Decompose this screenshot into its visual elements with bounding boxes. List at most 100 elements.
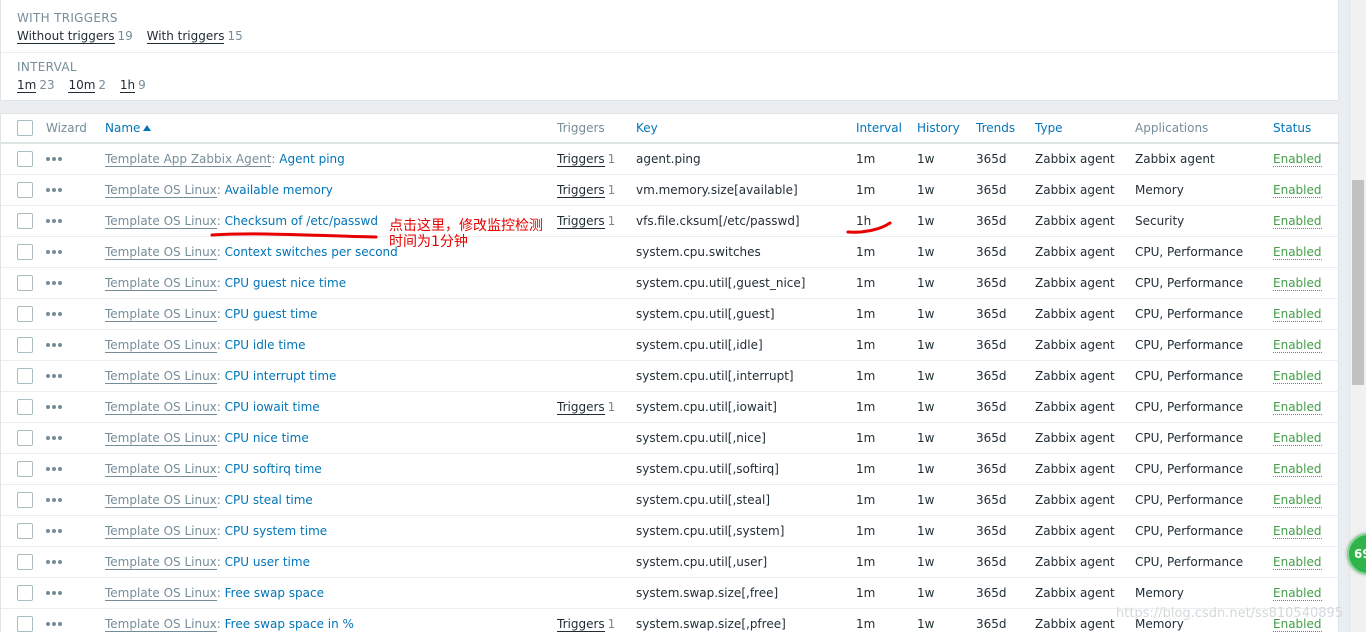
status-toggle[interactable]: Enabled [1273, 337, 1322, 353]
template-link[interactable]: Template OS Linux [105, 523, 217, 539]
status-toggle[interactable]: Enabled [1273, 461, 1322, 477]
status-toggle[interactable]: Enabled [1273, 244, 1322, 260]
template-link[interactable]: Template OS Linux [105, 430, 217, 446]
row-checkbox[interactable] [17, 305, 33, 322]
status-toggle[interactable]: Enabled [1273, 182, 1322, 198]
template-link[interactable]: Template OS Linux [105, 213, 217, 229]
filter-option-with-triggers[interactable]: With triggers 15 [146, 29, 243, 44]
triggers-link[interactable]: Triggers [557, 616, 605, 632]
row-checkbox[interactable] [17, 243, 33, 260]
filter-option-10m[interactable]: 10m 2 [68, 78, 106, 93]
more-options-icon[interactable] [46, 280, 64, 286]
template-link[interactable]: Template OS Linux [105, 182, 217, 198]
row-checkbox[interactable] [17, 460, 33, 477]
triggers-link[interactable]: Triggers [557, 399, 605, 415]
more-options-icon[interactable] [46, 342, 64, 348]
status-toggle[interactable]: Enabled [1273, 275, 1322, 291]
item-name-link[interactable]: CPU guest time [225, 307, 318, 321]
item-name-link[interactable]: Checksum of /etc/passwd [225, 214, 378, 228]
row-checkbox[interactable] [17, 212, 33, 229]
status-toggle[interactable]: Enabled [1273, 306, 1322, 322]
more-options-icon[interactable] [46, 249, 64, 255]
row-checkbox[interactable] [17, 522, 33, 539]
template-link[interactable]: Template OS Linux [105, 337, 217, 353]
filter-option-without-triggers[interactable]: Without triggers 19 [17, 29, 133, 44]
item-name-link[interactable]: CPU interrupt time [225, 369, 337, 383]
row-checkbox[interactable] [17, 398, 33, 415]
more-options-icon[interactable] [46, 559, 64, 565]
status-toggle[interactable]: Enabled [1273, 585, 1322, 601]
more-options-icon[interactable] [46, 497, 64, 503]
item-name-link[interactable]: CPU steal time [225, 493, 313, 507]
more-options-icon[interactable] [46, 311, 64, 317]
row-checkbox[interactable] [17, 491, 33, 508]
row-checkbox[interactable] [17, 429, 33, 446]
row-checkbox[interactable] [17, 274, 33, 291]
triggers-link[interactable]: Triggers [557, 213, 605, 229]
scrollbar-thumb[interactable] [1352, 180, 1364, 385]
item-name-link[interactable]: Free swap space in % [225, 617, 354, 631]
status-toggle[interactable]: Enabled [1273, 399, 1322, 415]
header-name[interactable]: Name [105, 114, 557, 143]
template-link[interactable]: Template OS Linux [105, 306, 217, 322]
item-name-link[interactable]: Agent ping [279, 152, 345, 166]
status-toggle[interactable]: Enabled [1273, 430, 1322, 446]
status-toggle[interactable]: Enabled [1273, 523, 1322, 539]
header-status[interactable]: Status [1273, 114, 1340, 143]
item-name-link[interactable]: CPU softirq time [225, 462, 322, 476]
more-options-icon[interactable] [46, 218, 64, 224]
item-name-link[interactable]: CPU idle time [225, 338, 306, 352]
header-history[interactable]: History [917, 114, 976, 143]
template-link[interactable]: Template OS Linux [105, 399, 217, 415]
status-toggle[interactable]: Enabled [1273, 554, 1322, 570]
item-name-link[interactable]: CPU nice time [225, 431, 309, 445]
template-link[interactable]: Template OS Linux [105, 461, 217, 477]
row-checkbox[interactable] [17, 367, 33, 384]
filter-option-label[interactable]: Without triggers [17, 29, 115, 44]
status-toggle[interactable]: Enabled [1273, 151, 1322, 167]
header-key[interactable]: Key [636, 114, 856, 143]
more-options-icon[interactable] [46, 187, 64, 193]
status-toggle[interactable]: Enabled [1273, 368, 1322, 384]
row-checkbox[interactable] [17, 615, 33, 632]
more-options-icon[interactable] [46, 621, 64, 627]
item-name-link[interactable]: Context switches per second [225, 245, 398, 259]
more-options-icon[interactable] [46, 528, 64, 534]
header-interval[interactable]: Interval [856, 114, 917, 143]
filter-option-label[interactable]: 1h [119, 78, 136, 93]
row-checkbox[interactable] [17, 181, 33, 198]
item-name-link[interactable]: CPU guest nice time [225, 276, 346, 290]
row-checkbox[interactable] [17, 336, 33, 353]
row-checkbox[interactable] [17, 584, 33, 601]
row-checkbox[interactable] [17, 150, 33, 167]
template-link[interactable]: Template OS Linux [105, 616, 217, 632]
template-link[interactable]: Template OS Linux [105, 492, 217, 508]
item-name-link[interactable]: CPU iowait time [225, 400, 320, 414]
select-all-checkbox[interactable] [17, 120, 33, 136]
filter-option-label[interactable]: 10m [68, 78, 96, 93]
filter-option-label[interactable]: 1m [17, 78, 37, 93]
row-checkbox[interactable] [17, 553, 33, 570]
template-link[interactable]: Template OS Linux [105, 244, 217, 260]
item-name-link[interactable]: CPU user time [225, 555, 310, 569]
more-options-icon[interactable] [46, 435, 64, 441]
more-options-icon[interactable] [46, 466, 64, 472]
item-name-link[interactable]: CPU system time [225, 524, 328, 538]
item-name-link[interactable]: Free swap space [225, 586, 324, 600]
triggers-link[interactable]: Triggers [557, 182, 605, 198]
more-options-icon[interactable] [46, 404, 64, 410]
more-options-icon[interactable] [46, 590, 64, 596]
template-link[interactable]: Template OS Linux [105, 368, 217, 384]
header-type[interactable]: Type [1035, 114, 1135, 143]
template-link[interactable]: Template OS Linux [105, 554, 217, 570]
status-toggle[interactable]: Enabled [1273, 213, 1322, 229]
status-toggle[interactable]: Enabled [1273, 492, 1322, 508]
filter-option-1h[interactable]: 1h 9 [119, 78, 146, 93]
filter-option-label[interactable]: With triggers [146, 29, 225, 44]
filter-option-1m[interactable]: 1m 23 [17, 78, 55, 93]
more-options-icon[interactable] [46, 156, 64, 162]
more-options-icon[interactable] [46, 373, 64, 379]
header-trends[interactable]: Trends [976, 114, 1035, 143]
item-name-link[interactable]: Available memory [225, 183, 333, 197]
template-link[interactable]: Template OS Linux [105, 275, 217, 291]
